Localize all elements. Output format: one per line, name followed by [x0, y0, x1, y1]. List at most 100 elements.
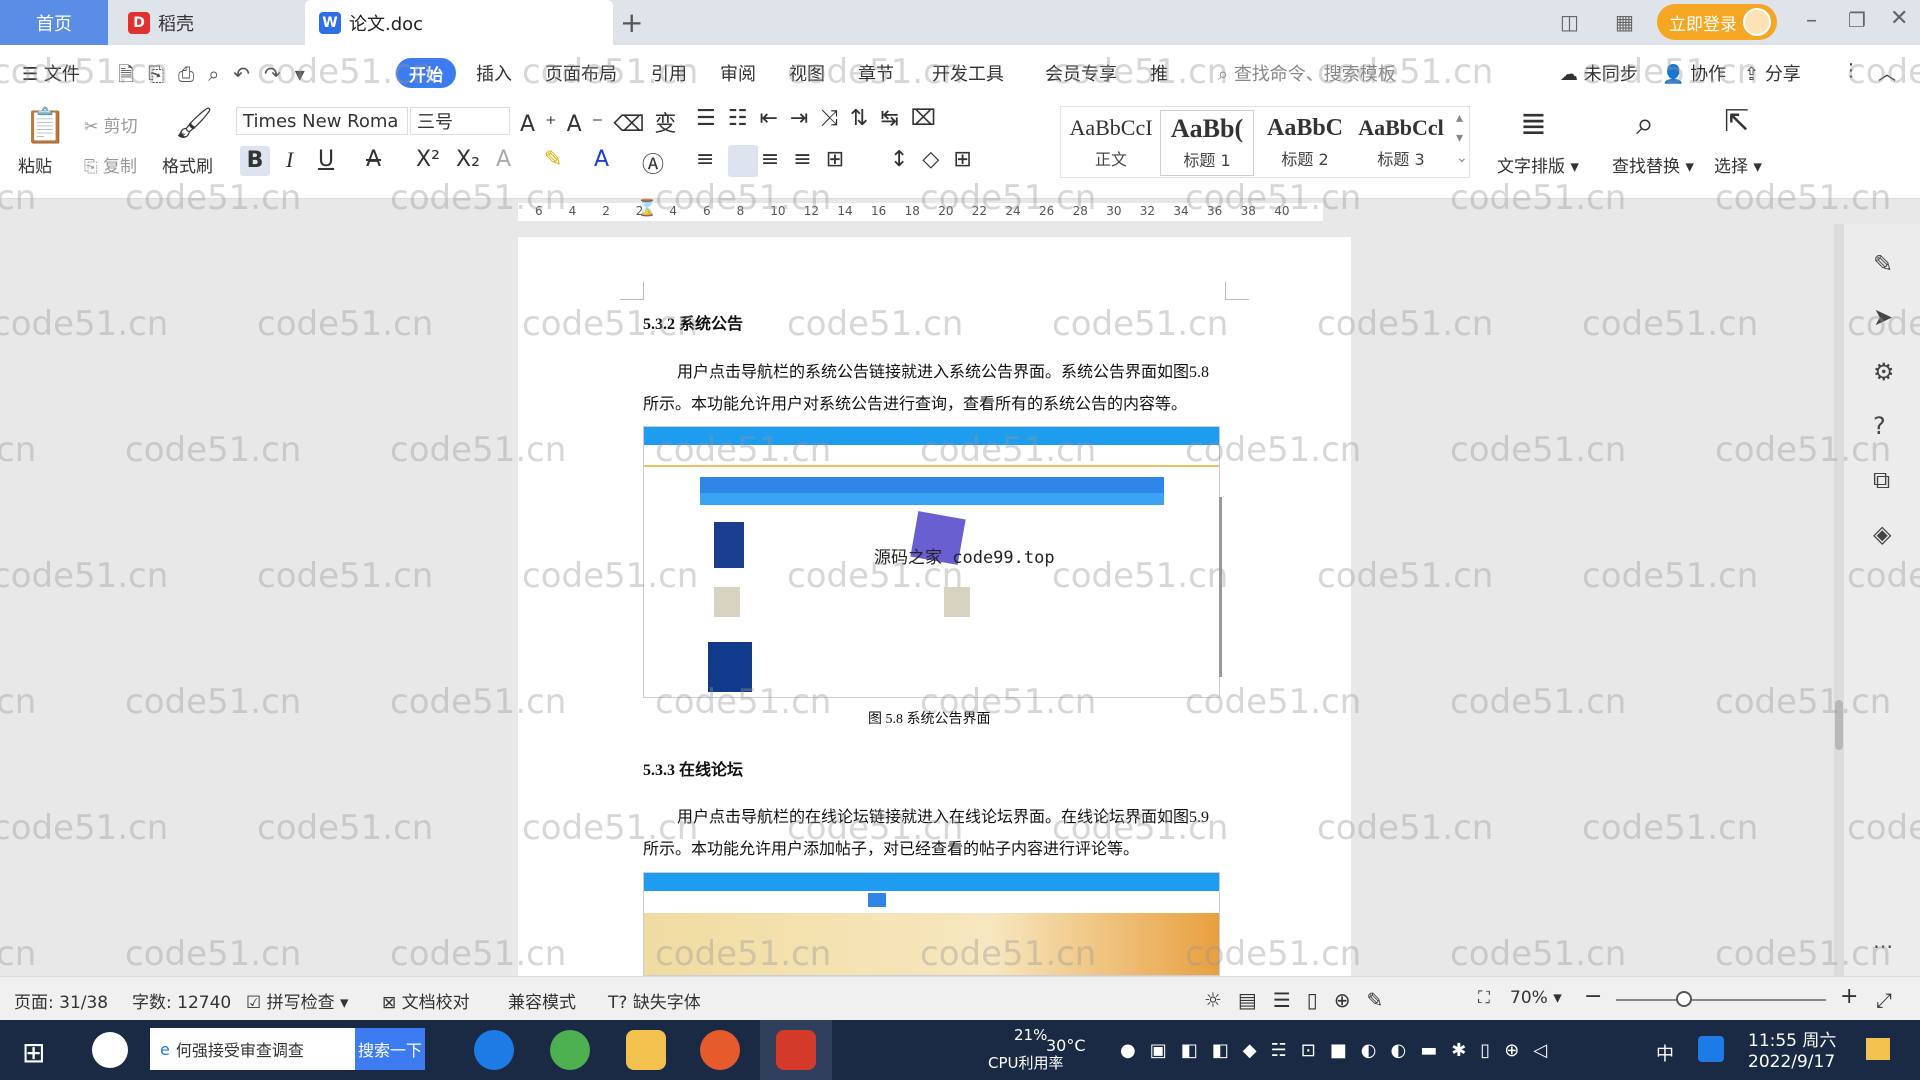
watermark-text: code51.cn — [655, 178, 832, 218]
watermark-text: code51.cn — [390, 934, 567, 974]
watermark-text: code51.cn — [1450, 934, 1627, 974]
watermark-text: code51.cn — [1847, 304, 1920, 344]
zoom-in-icon[interactable]: + — [1840, 984, 1858, 1009]
watermark-text: code51.cn — [0, 556, 169, 596]
watermark-text: code51.cn — [787, 808, 964, 848]
watermark-text: code51.cn — [1185, 682, 1362, 722]
watermark-text: code51.cn — [1185, 934, 1362, 974]
watermark-text: code51.cn — [125, 178, 302, 218]
watermark-text: code51.cn — [787, 52, 964, 92]
watermark-text: code51.cn — [920, 178, 1097, 218]
zoom-slider-knob[interactable] — [1676, 991, 1692, 1007]
compat-mode: 兼容模式 — [508, 993, 576, 1013]
watermark-text: code51.cn — [1450, 178, 1627, 218]
watermark-text: code51.cn — [0, 52, 169, 92]
view-mode-icons[interactable]: ☼▤☰▯⊕✎ — [1204, 988, 1399, 1012]
watermark-text: code51.cn — [1715, 178, 1892, 218]
watermark-text: code51.cn — [0, 430, 37, 470]
notification-icon[interactable] — [1866, 1038, 1890, 1060]
360-browser-icon[interactable] — [550, 1030, 590, 1070]
watermark-text: code51.cn — [257, 304, 434, 344]
spell-check-button[interactable]: ☑ 拼写检查 ▾ — [246, 988, 349, 1013]
file-explorer-icon[interactable] — [626, 1030, 666, 1070]
watermark-text: code51.cn — [1582, 52, 1759, 92]
watermark-text: code51.cn — [257, 52, 434, 92]
watermark-text: code51.cn — [655, 682, 832, 722]
watermark-text: code51.cn — [1052, 808, 1229, 848]
watermark-text: code51.cn — [390, 682, 567, 722]
watermark-text: code51.cn — [1185, 178, 1362, 218]
watermark-text: code51.cn — [125, 430, 302, 470]
watermark-text: code51.cn — [522, 52, 699, 92]
watermark-text: code51.cn — [1052, 52, 1229, 92]
watermark-text: code51.cn — [257, 556, 434, 596]
watermark-text: code51.cn — [655, 934, 832, 974]
zoom-slider[interactable] — [1616, 999, 1826, 1001]
word-count[interactable]: 字数: 12740 — [132, 988, 231, 1013]
watermark-text: code51.cn — [1450, 430, 1627, 470]
windows-start-icon[interactable]: ⊞ — [22, 1036, 45, 1069]
watermark-text: code51.cn — [1582, 556, 1759, 596]
watermark-text: code51.cn — [0, 934, 37, 974]
doc-proof-label: 文档校对 — [401, 993, 470, 1013]
fullscreen-icon[interactable]: ⤢ — [1876, 988, 1892, 1012]
watermark-text: code51.cn — [522, 304, 699, 344]
watermark-text: code51.cn — [1847, 52, 1920, 92]
watermark-text: code51.cn — [522, 808, 699, 848]
qq-tray-icon[interactable] — [1698, 1036, 1724, 1062]
zoom-level[interactable]: 70% ▾ — [1510, 988, 1562, 1008]
taskbar-search-text: 何强接受审查调查 — [175, 1041, 304, 1060]
media-app-icon[interactable] — [700, 1030, 740, 1070]
temperature: 30°C — [1046, 1036, 1086, 1055]
watermark-text: code51.cn — [0, 682, 37, 722]
watermark-text: code51.cn — [1582, 808, 1759, 848]
ie-search-icon: e — [160, 1039, 170, 1059]
watermark-text: code51.cn — [0, 304, 169, 344]
watermark-text: code51.cn — [1052, 556, 1229, 596]
watermark-text: code51.cn — [1317, 808, 1494, 848]
doc-proof-button[interactable]: ⊠ 文档校对 — [382, 988, 470, 1013]
watermark-text: code51.cn — [787, 556, 964, 596]
watermark-text: code51.cn — [390, 178, 567, 218]
watermark-text: code51.cn — [655, 430, 832, 470]
watermark-text: code51.cn — [1185, 430, 1362, 470]
fit-page-icon[interactable]: ⛶ — [1478, 988, 1490, 1008]
missing-font-button[interactable]: T? 缺失字体 — [608, 988, 701, 1013]
clock-date[interactable]: 2022/9/17 — [1748, 1052, 1835, 1072]
watermark-text: code51.cn — [0, 808, 169, 848]
watermark-text: code51.cn — [1052, 304, 1229, 344]
taskbar-search-button[interactable]: 搜索一下 — [355, 1028, 425, 1070]
wps-icon — [776, 1030, 816, 1070]
watermark-text: code51.cn — [1317, 304, 1494, 344]
watermark-text: code51.cn — [522, 556, 699, 596]
spell-check-label: 拼写检查 — [266, 993, 335, 1013]
fan-app-icon[interactable] — [92, 1032, 128, 1068]
watermark-text: code51.cn — [787, 304, 964, 344]
cpu-label: CPU利用率 — [988, 1054, 1064, 1072]
clock-time[interactable]: 11:55 周六 — [1748, 1026, 1836, 1051]
watermark-text: code51.cn — [920, 430, 1097, 470]
watermark-text: code51.cn — [1317, 556, 1494, 596]
zoom-out-icon[interactable]: − — [1584, 984, 1602, 1009]
watermark-text: code51.cn — [1450, 682, 1627, 722]
watermark-layer: code51.cn code51.cn code51.cn code51.cn code… — [0, 0, 1920, 1000]
missing-font-label: 缺失字体 — [632, 993, 701, 1013]
watermark-text: code51.cn — [920, 934, 1097, 974]
watermark-text: code51.cn — [0, 178, 37, 218]
watermark-text: code51.cn — [1847, 808, 1920, 848]
watermark-text: code51.cn — [125, 682, 302, 722]
ime-indicator[interactable]: 中 — [1656, 1040, 1674, 1066]
watermark-text: code51.cn — [125, 934, 302, 974]
watermark-text: code51.cn — [257, 808, 434, 848]
watermark-text: code51.cn — [1582, 304, 1759, 344]
watermark-text: code51.cn — [1715, 430, 1892, 470]
page-count[interactable]: 页面: 31/38 — [14, 988, 108, 1013]
ie-browser-icon[interactable] — [474, 1030, 514, 1070]
watermark-text: code51.cn — [1847, 556, 1920, 596]
watermark-text: code51.cn — [920, 682, 1097, 722]
watermark-text: code51.cn — [1715, 682, 1892, 722]
zoom-value: 70% — [1510, 988, 1548, 1008]
tray-icons[interactable]: ●▣◧◧◆☵⊡■◐◐▬✱▯⊕◁ — [1120, 1040, 1561, 1061]
watermark-text: code51.cn — [1715, 934, 1892, 974]
cpu-usage: 21% — [1014, 1026, 1048, 1044]
